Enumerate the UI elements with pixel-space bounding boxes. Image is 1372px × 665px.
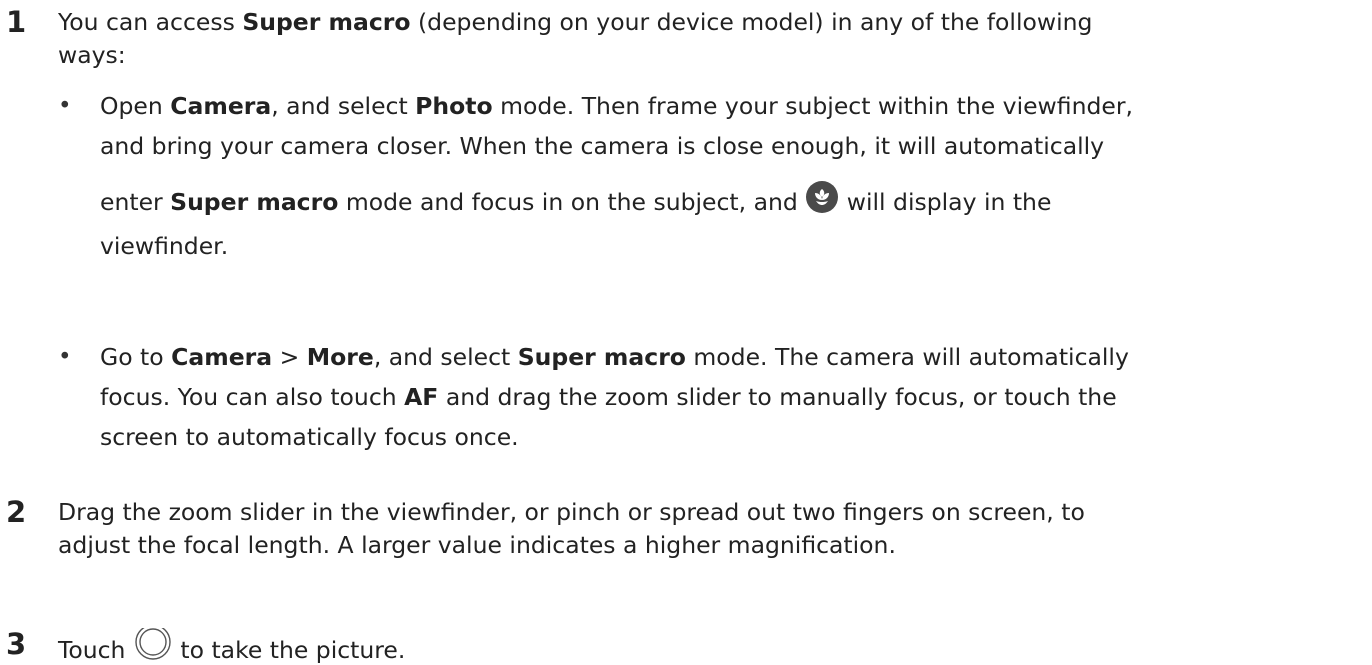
- bullet-dot: •: [58, 344, 72, 370]
- text-run: adjust the focal length. A larger value …: [58, 531, 896, 559]
- step-number: 3: [6, 627, 27, 661]
- text-run: and bring your camera closer. When the c…: [100, 132, 1105, 160]
- bullet-dot: •: [58, 93, 72, 119]
- bold-term: Super macro: [170, 188, 339, 216]
- bullet-line: viewfinder.: [100, 226, 1362, 266]
- step-line: adjust the focal length. A larger value …: [58, 529, 1354, 562]
- bold-term: Photo: [415, 92, 493, 120]
- bold-term: AF: [404, 383, 439, 411]
- bullet-line: enter Super macro mode and focus in on t…: [100, 180, 1362, 226]
- shutter-icon: [133, 624, 173, 665]
- bullet-text: Go to Camera > More, and select Super ma…: [100, 337, 1362, 457]
- text-run: mode and focus in on the subject, and: [338, 188, 806, 216]
- text-run: focus. You can also touch: [100, 383, 405, 411]
- text-run: viewfinder.: [100, 232, 229, 260]
- text-run: >: [272, 343, 307, 371]
- text-run: , and select: [271, 92, 416, 120]
- text-run: , and select: [373, 343, 518, 371]
- document-page: 1 You can access Super macro (depending …: [0, 0, 1372, 665]
- text-run: Open: [100, 92, 171, 120]
- text-run: and drag the zoom slider to manually foc…: [438, 383, 1117, 411]
- text-run: Drag the zoom slider in the viewfinder, …: [58, 498, 1085, 526]
- bold-term: More: [306, 343, 374, 371]
- step-line: Drag the zoom slider in the viewfinder, …: [58, 496, 1354, 529]
- text-run: enter: [100, 188, 171, 216]
- step-line: You can access Super macro (depending on…: [58, 6, 1354, 39]
- text-run: mode. The camera will automatically: [685, 343, 1129, 371]
- text-run: Touch: [58, 636, 133, 664]
- text-run: to take the picture.: [172, 636, 406, 664]
- bullet-text: Open Camera, and select Photo mode. Then…: [100, 86, 1362, 266]
- bullet-line: Go to Camera > More, and select Super ma…: [100, 337, 1362, 377]
- text-run: (depending on your device model) in any …: [410, 8, 1093, 36]
- step-line: ways:: [58, 39, 1354, 72]
- bullet-line: focus. You can also touch AF and drag th…: [100, 377, 1362, 417]
- bold-term: Camera: [171, 343, 273, 371]
- text-run: screen to automatically focus once.: [100, 423, 519, 451]
- text-run: You can access: [58, 8, 243, 36]
- step-text: Touch to take the picture.: [58, 624, 1354, 665]
- step-text: You can access Super macro (depending on…: [58, 6, 1354, 72]
- bullet-line: and bring your camera closer. When the c…: [100, 126, 1362, 166]
- text-run: will display in the: [839, 188, 1052, 216]
- text-run: Go to: [100, 343, 172, 371]
- bold-term: Super macro: [242, 8, 411, 36]
- text-run: ways:: [58, 41, 126, 69]
- bullet-line: screen to automatically focus once.: [100, 417, 1362, 457]
- step-number: 1: [6, 5, 27, 39]
- bullet-line: Open Camera, and select Photo mode. Then…: [100, 86, 1362, 126]
- step-text: Drag the zoom slider in the viewfinder, …: [58, 496, 1354, 562]
- macro-flower-icon: [805, 180, 839, 226]
- text-run: mode. Then frame your subject within the…: [492, 92, 1133, 120]
- bold-term: Super macro: [517, 343, 686, 371]
- step-line: Touch to take the picture.: [58, 624, 1354, 665]
- step-number: 2: [6, 495, 27, 529]
- bold-term: Camera: [170, 92, 272, 120]
